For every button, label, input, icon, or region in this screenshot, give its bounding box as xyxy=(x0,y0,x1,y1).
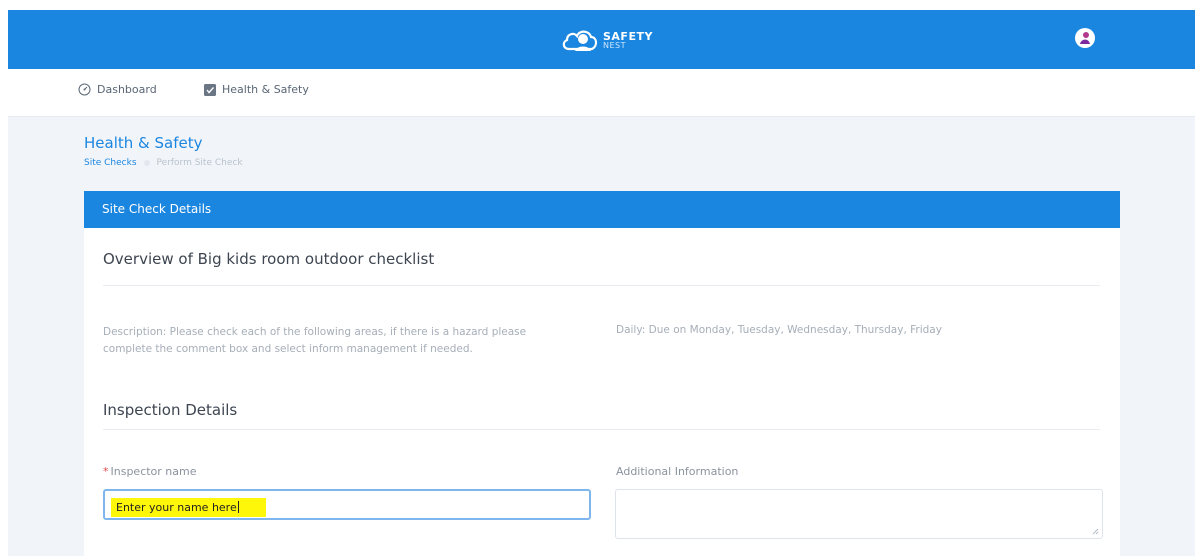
breadcrumb-separator xyxy=(143,160,150,166)
checklist-schedule: Daily: Due on Monday, Tuesday, Wednesday… xyxy=(616,324,942,336)
dashboard-gauge-icon xyxy=(78,83,91,96)
inspection-divider xyxy=(103,429,1100,430)
site-check-card: Site Check Details Overview of Big kids … xyxy=(84,191,1120,556)
additional-info-textarea[interactable] xyxy=(615,489,1103,539)
inspection-title: Inspection Details xyxy=(103,401,238,419)
checklist-icon xyxy=(204,83,216,96)
text-caret xyxy=(237,500,239,513)
safety-nest-logo[interactable]: SAFETY NEST xyxy=(561,22,653,58)
cloud-logo-icon xyxy=(562,30,598,51)
inspector-name-label: * Inspector name xyxy=(103,465,197,478)
user-avatar-icon xyxy=(1080,32,1090,44)
nav-item-health-safety-label: Health & Safety xyxy=(222,83,309,96)
user-avatar[interactable] xyxy=(1075,28,1095,48)
card-header: Site Check Details xyxy=(84,191,1120,228)
overview-divider xyxy=(103,285,1100,286)
logo-text-safety: SAFETY xyxy=(603,29,653,43)
logo-text-nest: NEST xyxy=(603,40,627,50)
inspector-name-value: Enter your name here xyxy=(111,498,266,517)
top-bar: SAFETY NEST xyxy=(8,10,1195,69)
breadcrumb: Site Checks Perform Site Check xyxy=(84,158,243,168)
nav-item-dashboard[interactable]: Dashboard xyxy=(78,83,157,96)
breadcrumb-current: Perform Site Check xyxy=(156,158,243,168)
additional-info-label: Additional Information xyxy=(616,465,739,478)
nav-item-dashboard-label: Dashboard xyxy=(97,83,157,96)
page-title: Health & Safety xyxy=(84,134,203,152)
app-frame: SAFETY NEST Dashboard Health & Safety He… xyxy=(8,10,1195,556)
overview-title: Overview of Big kids room outdoor checkl… xyxy=(103,250,435,268)
nav-item-health-safety[interactable]: Health & Safety xyxy=(204,83,309,96)
inspector-name-input[interactable]: Enter your name here xyxy=(103,489,591,520)
checklist-description: Description: Please check each of the fo… xyxy=(103,326,527,355)
breadcrumb-site-checks[interactable]: Site Checks xyxy=(84,158,137,168)
required-marker: * xyxy=(103,465,109,478)
main-nav: Dashboard Health & Safety xyxy=(8,69,1195,117)
resize-handle-icon[interactable] xyxy=(1092,528,1099,535)
inspector-name-label-text: Inspector name xyxy=(110,465,197,478)
